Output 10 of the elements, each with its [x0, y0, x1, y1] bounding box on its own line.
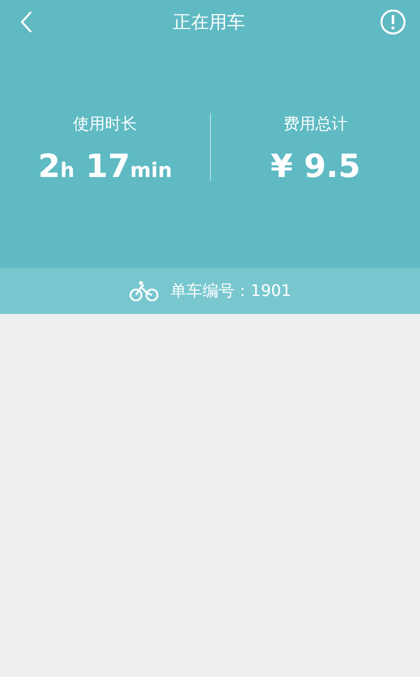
info-button[interactable]	[378, 7, 408, 37]
stat-value: ¥ 9.5	[270, 150, 361, 182]
bike-number: 单车编号：1901	[170, 280, 292, 302]
stat-value: 2 h 17min	[38, 150, 172, 182]
page-title: 正在用车	[173, 10, 245, 34]
stat-label: 使用时长	[73, 113, 137, 135]
exclamation-icon	[380, 9, 406, 35]
stat-label: 费用总计	[284, 113, 348, 135]
bicycle-icon	[128, 280, 159, 302]
back-icon	[19, 10, 33, 34]
